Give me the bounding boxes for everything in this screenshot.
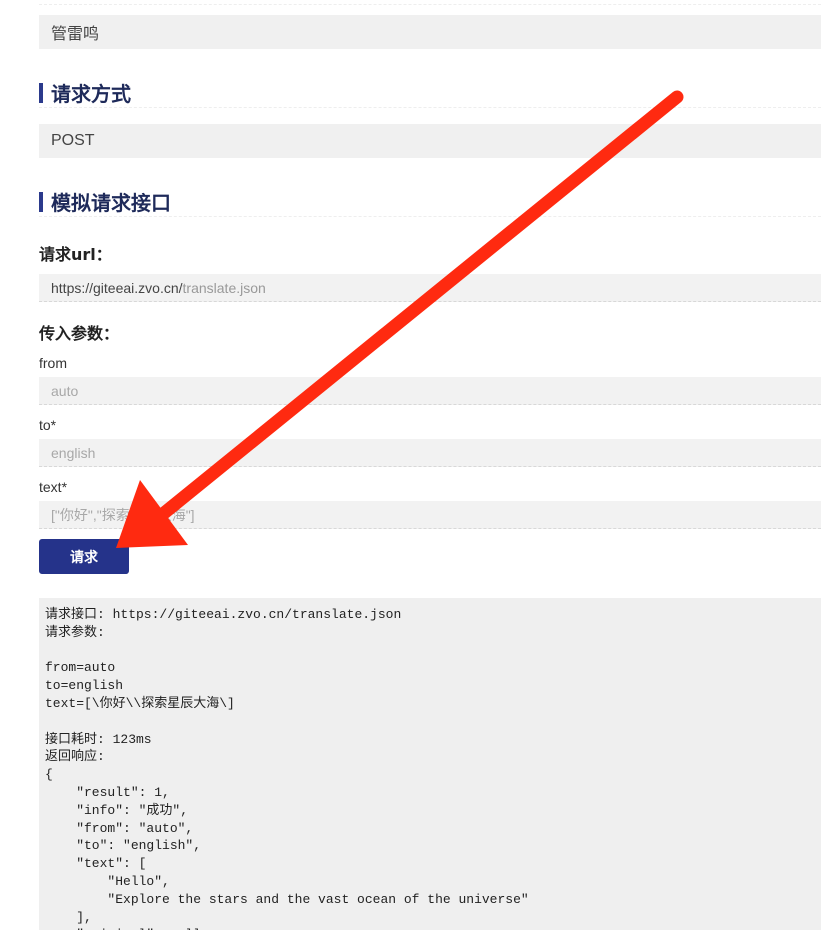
param-label-to: to*	[39, 417, 57, 433]
api-doc-page: 管雷鸣 请求方式 POST 模拟请求接口 请求url： https://gite…	[0, 0, 821, 930]
request-button[interactable]: 请求	[39, 539, 129, 574]
section-mock-request: 模拟请求接口	[39, 187, 821, 217]
section-title-mock-request: 模拟请求接口	[51, 191, 171, 215]
response-panel: 请求接口: https://giteeai.zvo.cn/translate.j…	[39, 598, 821, 930]
request-method-value: POST	[39, 124, 821, 158]
divider	[39, 4, 821, 5]
url-path: translate.json	[182, 279, 266, 296]
param-label-from: from	[39, 355, 67, 371]
param-input-text[interactable]	[39, 501, 821, 529]
param-input-from[interactable]	[39, 377, 821, 405]
url-base: https://giteeai.zvo.cn/	[51, 279, 183, 296]
section-title-request-method: 请求方式	[51, 82, 131, 106]
param-label-text: text*	[39, 479, 68, 495]
author-name: 管雷鸣	[51, 26, 100, 43]
author-value: 管雷鸣	[39, 15, 821, 49]
section-marker	[39, 82, 43, 103]
url-label: 请求url：	[39, 245, 112, 264]
response-text: 请求接口: https://giteeai.zvo.cn/translate.j…	[45, 607, 529, 930]
section-request-method: 请求方式	[39, 78, 821, 108]
section-marker	[39, 191, 43, 212]
param-input-to[interactable]	[39, 439, 821, 467]
request-url-field: https://giteeai.zvo.cn/translate.json	[39, 274, 821, 302]
params-label: 传入参数：	[39, 324, 120, 343]
request-method-text: POST	[51, 132, 95, 149]
